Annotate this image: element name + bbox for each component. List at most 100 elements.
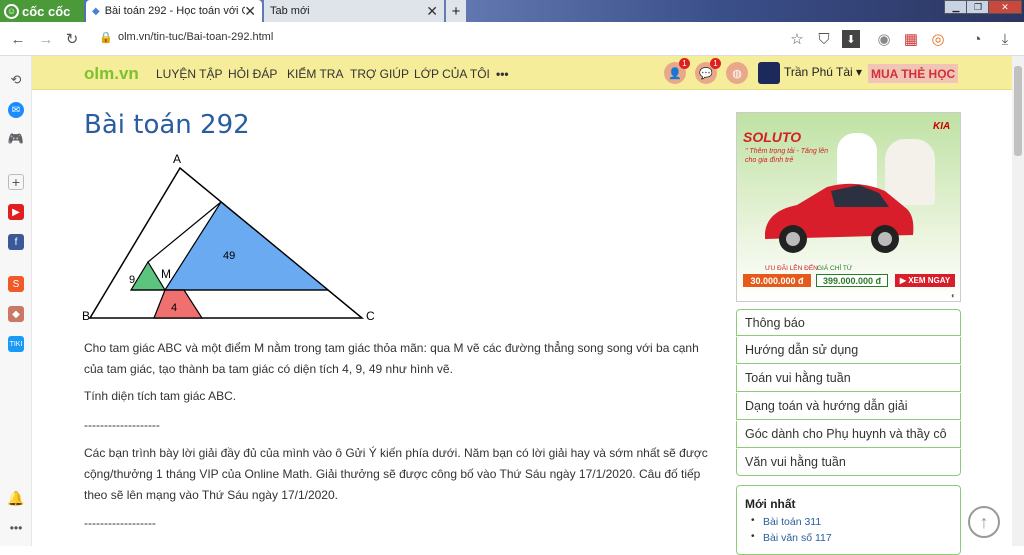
coccoc-logo-icon: ☺ [4,3,19,19]
shield-icon[interactable]: ⛉ [815,30,833,48]
sidebar-link-toan-vui[interactable]: Toán vui hằng tuần [736,365,961,392]
area-9-label: 9 [129,274,135,286]
browser-sidebar: ⟲ ✉ 🎮 + ▶ f S ◆ TIKI 🔔 ••• [0,56,32,546]
tab-new[interactable]: Tab mới ✕ [264,0,444,22]
price-label: GIÁ CHỈ TỪ [817,265,853,272]
label-m: M [161,267,171,281]
extension-icon[interactable]: ▦ [902,30,920,48]
triangle-4-shape [153,289,204,319]
vertical-scrollbar[interactable] [1012,56,1024,546]
bullet-icon: • [751,515,755,526]
profile-icon[interactable]: ◔ [968,30,986,48]
tab-favicon-icon: ◆ [92,5,100,17]
sidebar-link-thong-bao[interactable]: Thông báo [736,309,961,336]
reload-icon[interactable]: ↻ [63,30,81,48]
sidebar-link-phu-huynh[interactable]: Góc dành cho Phụ huynh và thầy cô [736,421,961,448]
ad-brand: SOLUTO [743,129,802,145]
nav-kiem-tra[interactable]: KIỂM TRA [287,67,343,81]
tab-label: Tab mới [270,5,310,17]
offer-value: 30.000.000 đ [743,274,811,287]
messages-icon[interactable]: 💬 1 [695,58,721,84]
tab-label: Bài toán 292 - Học toán với O [104,5,245,17]
notification-badge: 1 [710,58,721,69]
newest-title: Mới nhất [745,497,796,511]
new-tab-button[interactable]: + [446,0,466,22]
newest-item[interactable]: Bài toán 311 [763,516,821,528]
sidebar-link-huong-dan[interactable]: Hướng dẫn sử dụng [736,337,961,364]
globe-icon[interactable]: ◍ [726,62,748,84]
nav-tro-giup[interactable]: TRỢ GIÚP [350,67,409,81]
tab-active[interactable]: ◆ Bài toán 292 - Học toán với O ✕ [86,0,262,22]
page-title: Bài toán 292 [84,110,250,140]
close-tab-icon[interactable]: ✕ [244,3,256,20]
extension-icon[interactable]: ◉ [875,30,893,48]
nav-lop-cua-toi[interactable]: LỚP CỦA TÔI [414,67,490,81]
forward-icon[interactable]: → [37,30,55,48]
close-window-button[interactable]: ✕ [988,0,1022,14]
download-icon[interactable]: ⬇ [842,30,860,48]
separator: ------------------ [84,516,156,530]
instructions-paragraph: Các bạn trình bày lời giải đầy đủ của mì… [84,446,708,502]
maximize-button[interactable]: ❐ [966,0,990,14]
area-4-label: 4 [171,302,177,314]
avatar[interactable] [758,62,780,84]
buy-card-button[interactable]: MUA THẺ HỌC [868,64,959,83]
notification-badge: 1 [679,58,690,69]
area-49-label: 49 [223,250,235,262]
game-icon[interactable]: 🎮 [8,131,24,147]
scrollbar-thumb[interactable] [1014,66,1022,156]
question-paragraph: Tính diện tích tam giác ABC. [84,389,237,403]
sidebar-link-dang-toan[interactable]: Dạng toán và hướng dẫn giải [736,393,961,420]
url-field[interactable]: olm.vn/tin-tuc/Bai-toan-292.html [118,31,273,43]
browser-brand[interactable]: ☺ cốc cốc [0,0,84,22]
problem-paragraph: Cho tam giác ABC và một điểm M nằm trong… [84,341,699,376]
advertisement-banner[interactable]: SOLUTO " Thêm trọng tải - Tăng lên cho g… [736,112,961,302]
game-app-icon[interactable]: ◆ [8,306,24,322]
youtube-icon[interactable]: ▶ [8,204,24,220]
offer-label: ƯU ĐÃI LÊN ĐẾN [765,265,818,272]
lock-icon: 🔒 [99,32,113,44]
site-header: olm.vn LUYỆN TẬP HỎI ĐÁP KIỂM TRA TRỢ GI… [32,56,1012,90]
arrow-up-icon: ↑ [979,511,989,532]
nav-more[interactable]: ••• [496,67,509,81]
scroll-to-top-button[interactable]: ↑ [968,506,1000,538]
triangle-figure: A B C M 9 49 4 [82,152,375,322]
car-image [765,183,914,253]
title-bar: ☺ cốc cốc ◆ Bài toán 292 - Học toán với … [0,0,1024,22]
label-a: A [173,152,181,166]
separator: ------------------- [84,418,160,432]
label-b: B [82,309,90,322]
notification-bell-icon[interactable]: 🔔 [7,490,24,506]
view-now-button[interactable]: ▶ XEM NGAY [895,274,955,287]
address-bar-row: ← → ↻ 🔒 olm.vn/tin-tuc/Bai-toan-292.html… [0,22,1024,56]
facebook-icon[interactable]: f [8,234,24,250]
history-icon[interactable]: ⟲ [8,72,24,88]
ad-choices-icon[interactable]: ◐ [951,291,956,300]
ad-tagline: " Thêm trọng tải - Tăng lên cho gia đình… [745,148,829,164]
browser-brand-label: cốc cốc [22,3,71,19]
olm-logo[interactable]: olm.vn [84,64,139,84]
kia-logo: KIA [933,121,951,132]
newest-item[interactable]: Bài văn số 117 [763,532,832,544]
downloads-icon[interactable]: ⤓ [996,30,1014,48]
add-icon[interactable]: + [8,174,24,190]
nav-luyen-tap[interactable]: LUYỆN TẬP [156,67,222,81]
friend-request-icon[interactable]: 👤 1 [664,58,690,84]
messenger-icon[interactable]: ✉ [8,102,24,118]
bookmark-star-icon[interactable]: ☆ [788,30,806,48]
user-menu[interactable]: Trần Phú Tài ▾ [784,65,862,79]
triangle-49 [163,201,330,291]
minimize-button[interactable]: ▁ [944,0,968,14]
triangle-9 [129,260,167,291]
more-icon[interactable]: ••• [8,520,24,536]
label-c: C [366,309,375,322]
tiki-icon[interactable]: TIKI [8,336,24,352]
back-icon[interactable]: ← [9,30,27,48]
shopee-icon[interactable]: S [8,276,24,292]
sidebar-link-van-vui[interactable]: Văn vui hằng tuần [736,449,961,476]
newest-box: Mới nhất • Bài toán 311 • Bài văn số 117 [736,485,961,555]
close-tab-icon[interactable]: ✕ [426,3,438,20]
extension-icon[interactable]: ◎ [929,30,947,48]
plus-icon: + [451,2,461,20]
nav-hoi-dap[interactable]: HỎI ĐÁP [228,67,277,81]
